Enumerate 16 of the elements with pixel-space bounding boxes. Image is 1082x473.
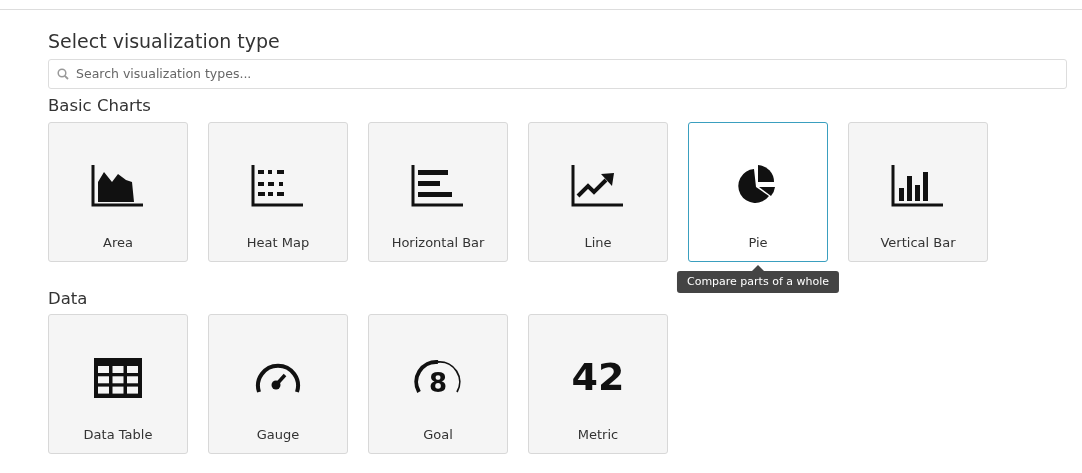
section-heading: Basic Charts [48, 95, 152, 116]
visualization-tile[interactable]: Vertical Bar [848, 121, 988, 262]
visualization-tile[interactable]: 8 Goal [368, 314, 508, 455]
visualization-tile[interactable]: 42 Metric [528, 314, 668, 455]
dialog-title: Select visualization type [48, 30, 281, 53]
visualization-tile[interactable]: Area [48, 121, 188, 262]
search-icon [57, 67, 69, 80]
number-icon: 42 [571, 358, 625, 397]
visualization-tile[interactable]: Line [528, 121, 668, 262]
visualization-tile[interactable]: Heat Map [208, 121, 348, 262]
section-heading: Data [48, 288, 89, 309]
visualization-tile[interactable]: Gauge [208, 314, 348, 455]
tooltip: Compare parts of a whole [677, 270, 839, 294]
search-field[interactable]: Search visualization types... [48, 58, 1067, 89]
visualization-tile[interactable]: Data Table [48, 314, 188, 455]
visualization-tile[interactable]: Horizontal Bar [368, 121, 508, 262]
